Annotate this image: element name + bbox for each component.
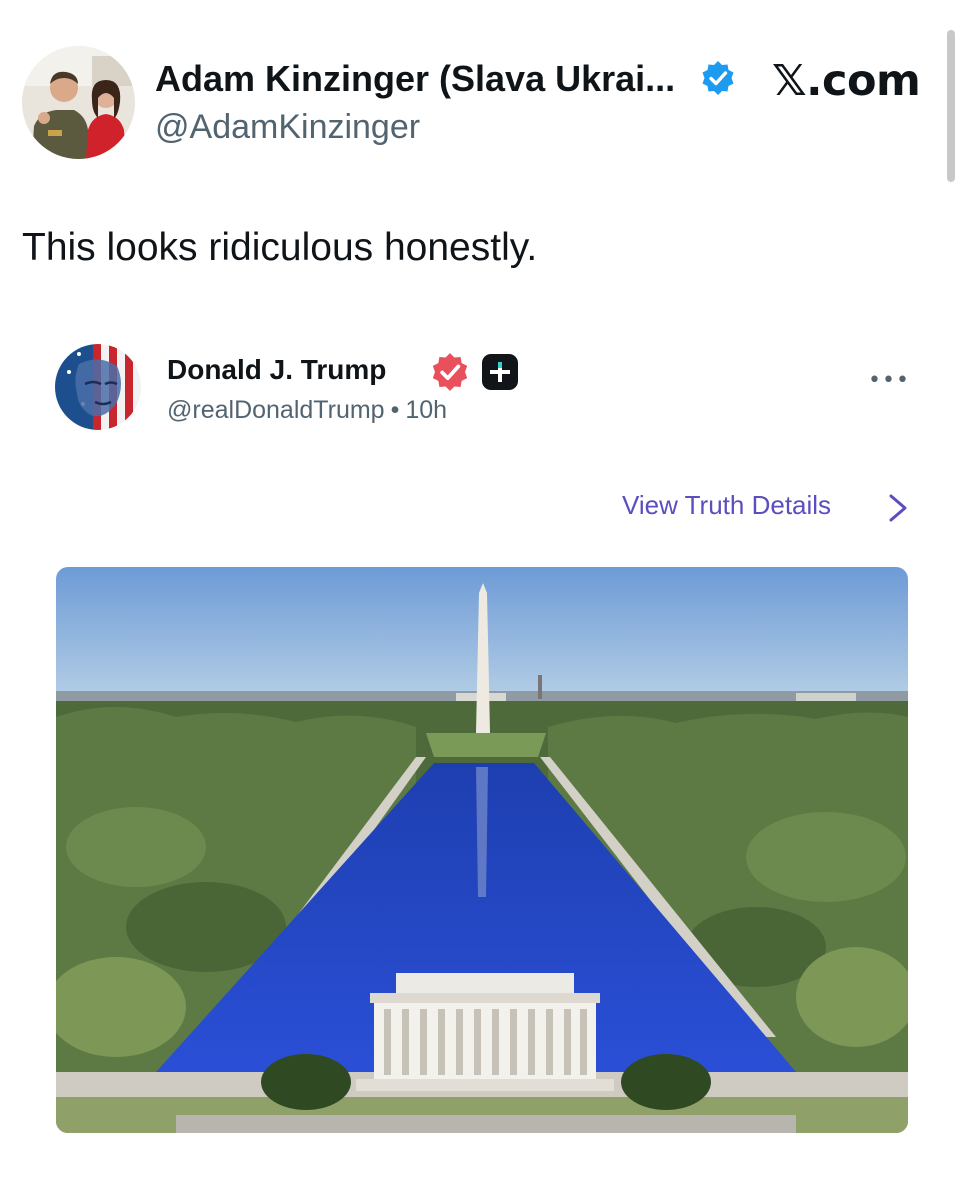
view-truth-details-link[interactable]: View Truth Details (622, 490, 831, 521)
embedded-author-avatar[interactable] (55, 344, 141, 430)
post-image[interactable] (56, 567, 908, 1133)
author-name[interactable]: Adam Kinzinger (Slava Ukrai... (155, 58, 675, 100)
more-options-icon[interactable]: ••• (868, 368, 909, 398)
verified-badge-icon (432, 353, 468, 391)
meta-separator: • (390, 396, 400, 424)
truth-plus-icon (482, 354, 518, 390)
author-handle[interactable]: @AdamKinzinger (155, 108, 420, 147)
tweet-text: This looks ridiculous honestly. (22, 226, 538, 269)
embedded-author-meta: @realDonaldTrump • 10h (167, 396, 447, 425)
embedded-author-handle[interactable]: @realDonaldTrump (167, 396, 385, 424)
chevron-right-icon[interactable] (886, 492, 910, 524)
author-avatar[interactable] (22, 46, 135, 159)
x-logo[interactable]: 𝕏.com (772, 56, 921, 106)
post-image-illustration (56, 567, 908, 1133)
post-timestamp[interactable]: 10h (405, 396, 447, 424)
scrollbar[interactable] (947, 30, 955, 182)
verified-badge-icon (702, 61, 734, 95)
embedded-author-name[interactable]: Donald J. Trump (167, 354, 386, 386)
